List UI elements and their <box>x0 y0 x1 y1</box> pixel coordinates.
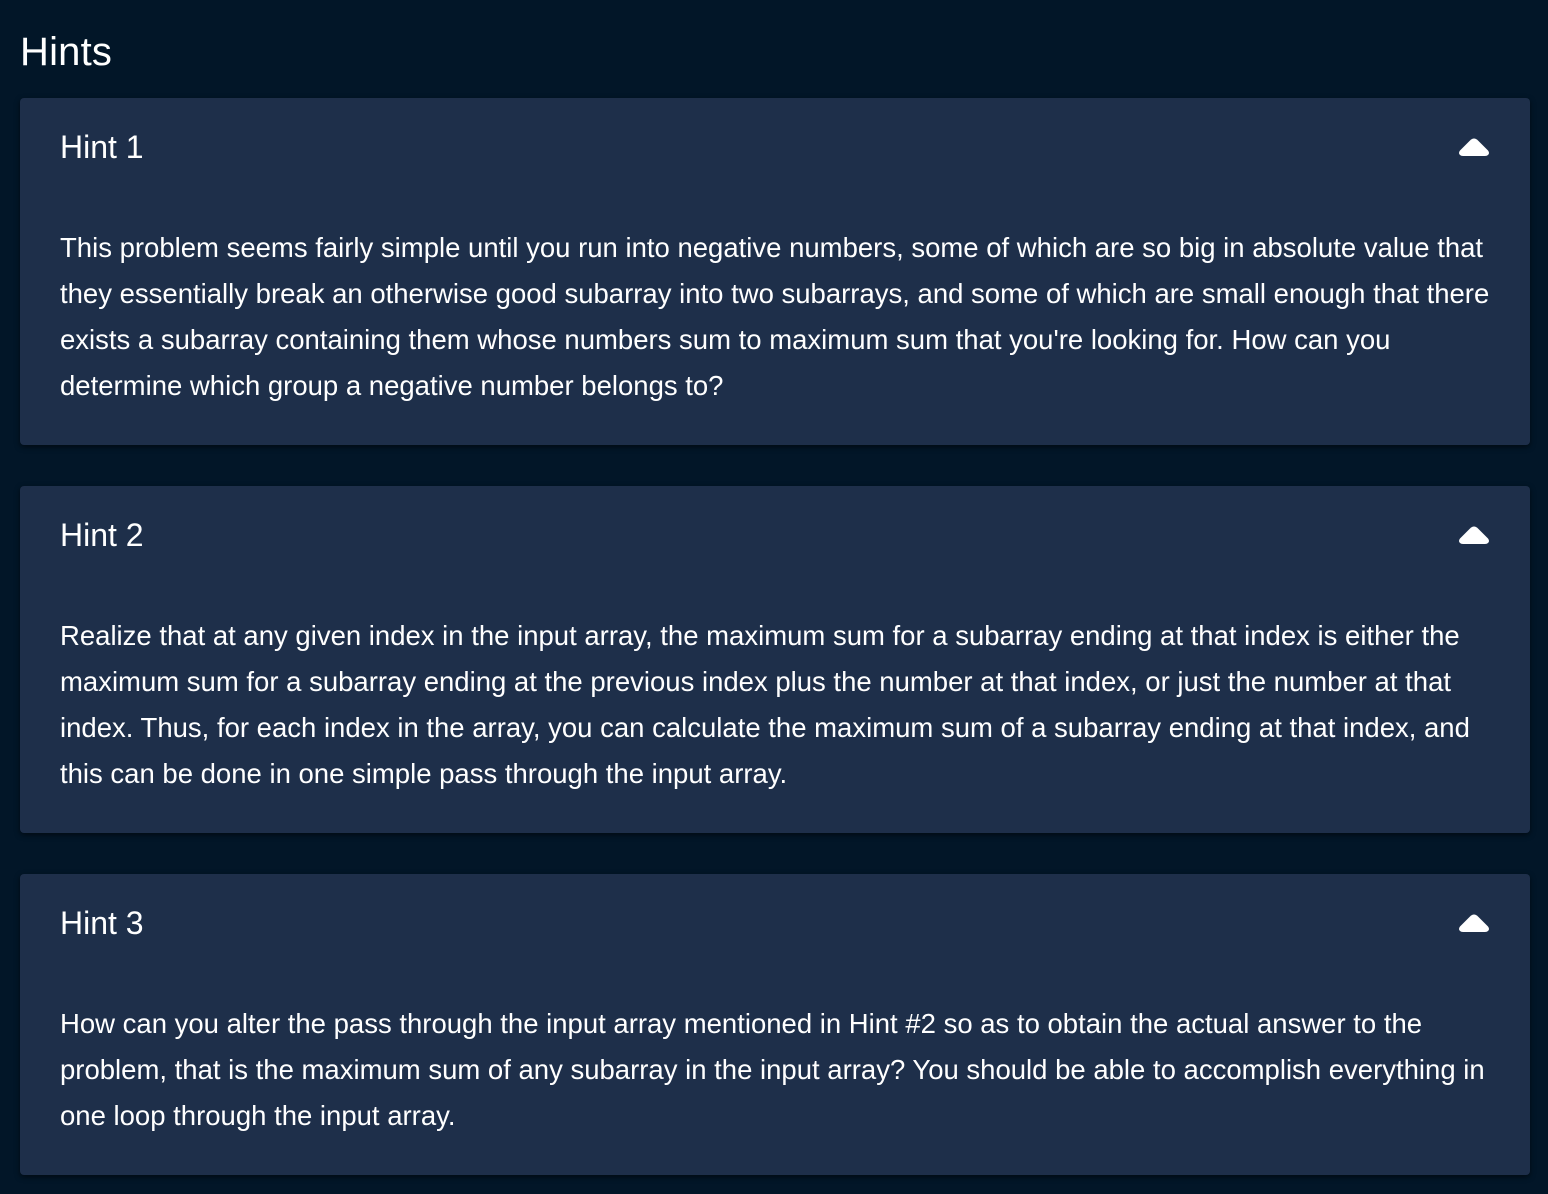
hint-1-header[interactable]: Hint 1 <box>20 98 1530 202</box>
hint-card-2: Hint 2 Realize that at any given index i… <box>20 486 1530 833</box>
chevron-up-icon[interactable] <box>1458 525 1490 545</box>
hint-3-body: How can you alter the pass through the i… <box>60 1008 1485 1131</box>
hint-1-body: This problem seems fairly simple until y… <box>60 232 1490 401</box>
hint-card-1: Hint 1 This problem seems fairly simple … <box>20 98 1530 445</box>
hint-card-3: Hint 3 How can you alter the pass throug… <box>20 874 1530 1175</box>
chevron-up-icon[interactable] <box>1458 137 1490 157</box>
hint-3-title: Hint 3 <box>60 905 144 941</box>
hint-2-title: Hint 2 <box>60 517 144 553</box>
hint-2-header[interactable]: Hint 2 <box>20 486 1530 590</box>
hint-1-title: Hint 1 <box>60 129 144 165</box>
hints-heading: Hints <box>20 30 113 74</box>
chevron-up-icon[interactable] <box>1458 913 1490 933</box>
hints-page: Hints Hint 1 This problem seems fairly s… <box>0 0 1548 1194</box>
hint-3-header[interactable]: Hint 3 <box>20 874 1530 978</box>
hint-2-body: Realize that at any given index in the i… <box>60 620 1470 789</box>
